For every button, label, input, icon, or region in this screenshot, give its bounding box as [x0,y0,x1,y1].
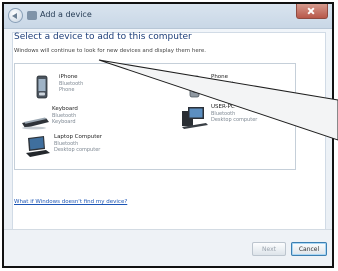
device-category: Desktop computer [54,147,101,153]
desktop-icon [182,107,208,129]
device-category: Phone [211,87,227,93]
device-name: Phone [211,74,229,80]
back-button[interactable] [8,8,23,23]
page-subtext: Windows will continue to look for new de… [14,48,207,54]
device-name: iPhone [59,74,78,80]
device-category: Phone [59,87,75,93]
device-category: Desktop computer [211,117,258,123]
keyboard-icon [22,117,49,130]
phone-icon [36,75,48,99]
laptop-icon [26,136,50,157]
device-not-found-link[interactable]: What if Windows doesn't find my device? [14,199,127,205]
bluetooth-device-icon [27,11,37,20]
title-bar: Add a device [4,4,332,29]
page-heading: Select a device to add to this computer [14,32,192,42]
device-item-keyboard[interactable]: Keyboard Bluetooth Keyboard [20,106,130,130]
device-name: Laptop Computer [54,134,103,140]
add-device-window: Add a device Select a device to add to t… [4,4,332,266]
cancel-button[interactable]: Cancel [291,242,327,256]
device-name: Keyboard [52,106,78,112]
device-list[interactable]: iPhone Bluetooth Phone Phone Bluetooth P… [14,63,296,170]
phone-icon [189,75,200,98]
screenshot-frame: Add a device Select a device to add to t… [2,2,334,268]
device-name: USER-PC [211,104,235,110]
device-category: Keyboard [52,119,76,125]
close-button[interactable] [296,4,328,19]
footer: Next Cancel [4,229,332,266]
next-button[interactable]: Next [252,242,286,256]
device-item-user-pc[interactable]: USER-PC Bluetooth Desktop computer [179,104,289,129]
device-item-laptop[interactable]: Laptop Computer Bluetooth Desktop comput… [22,134,142,162]
device-item-phone[interactable]: Phone Bluetooth Phone [179,74,279,98]
device-item-iphone[interactable]: iPhone Bluetooth Phone [27,74,127,99]
window-title: Add a device [40,10,92,19]
